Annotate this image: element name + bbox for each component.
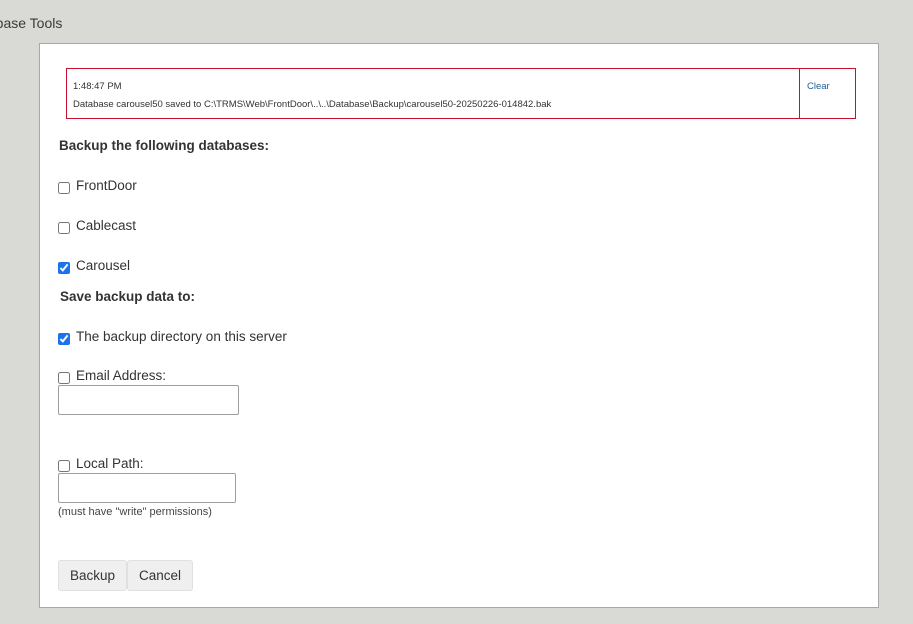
status-message-body: 1:48:47 PM Database carousel50 saved to … bbox=[67, 69, 800, 118]
backup-databases-title: Backup the following databases: bbox=[59, 138, 270, 153]
page-title: tabase Tools bbox=[0, 15, 63, 31]
carousel-checkbox[interactable] bbox=[58, 261, 70, 274]
cablecast-checkbox[interactable] bbox=[58, 221, 70, 234]
database-option-carousel[interactable]: Carousel bbox=[58, 258, 131, 274]
email-label: Email Address: bbox=[76, 368, 167, 383]
local-path-permission-hint: (must have "write" permissions) bbox=[58, 506, 212, 518]
frontdoor-checkbox[interactable] bbox=[58, 181, 70, 194]
email-address-input[interactable] bbox=[58, 385, 239, 415]
frontdoor-label: FrontDoor bbox=[76, 178, 137, 193]
carousel-label: Carousel bbox=[76, 258, 131, 273]
clear-message-link[interactable]: Clear bbox=[800, 69, 855, 118]
cablecast-label: Cablecast bbox=[76, 218, 137, 233]
save-destination-title: Save backup data to: bbox=[60, 289, 196, 304]
local-path-input[interactable] bbox=[58, 473, 236, 503]
save-to-server-option[interactable]: The backup directory on this server bbox=[58, 329, 287, 345]
backup-button[interactable]: Backup bbox=[58, 560, 128, 591]
local-path-checkbox[interactable] bbox=[58, 459, 70, 472]
local-path-label: Local Path: bbox=[76, 456, 144, 471]
status-message-box: 1:48:47 PM Database carousel50 saved to … bbox=[66, 68, 856, 119]
status-message-time: 1:48:47 PM bbox=[73, 81, 122, 92]
cancel-button[interactable]: Cancel bbox=[127, 560, 194, 591]
server-directory-checkbox[interactable] bbox=[58, 332, 70, 345]
status-message-text: Database carousel50 saved to C:\TRMS\Web… bbox=[73, 99, 552, 110]
database-option-cablecast[interactable]: Cablecast bbox=[58, 218, 137, 234]
server-directory-label: The backup directory on this server bbox=[76, 329, 287, 344]
database-tools-panel: 1:48:47 PM Database carousel50 saved to … bbox=[39, 43, 879, 608]
save-to-email-option[interactable]: Email Address: bbox=[58, 368, 167, 384]
save-to-local-path-option[interactable]: Local Path: bbox=[58, 456, 144, 472]
email-checkbox[interactable] bbox=[58, 371, 70, 384]
database-option-frontdoor[interactable]: FrontDoor bbox=[58, 178, 137, 194]
